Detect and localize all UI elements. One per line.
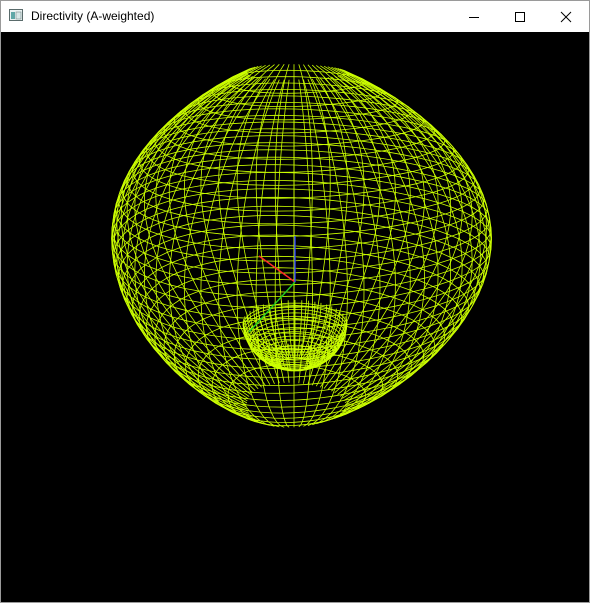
mesh-meridian-line	[120, 74, 250, 414]
close-button[interactable]	[543, 1, 589, 32]
directivity-balloon-wireframe[interactable]	[1, 32, 589, 602]
window-title: Directivity (A-weighted)	[31, 9, 155, 23]
mesh-latitude-line	[118, 149, 485, 250]
title-bar[interactable]: Directivity (A-weighted)	[1, 1, 589, 32]
x-axis-line	[258, 255, 296, 283]
maximize-button[interactable]	[497, 1, 543, 32]
minimize-button[interactable]	[451, 1, 497, 32]
close-icon	[560, 11, 572, 22]
maximize-icon	[515, 11, 525, 22]
mesh-meridian-line	[344, 72, 491, 408]
app-window: Directivity (A-weighted)	[0, 0, 590, 603]
3d-viewport[interactable]	[1, 32, 589, 602]
minimize-icon	[469, 16, 479, 18]
mesh-latitude-line	[211, 347, 384, 424]
app-icon	[9, 9, 23, 21]
mesh-meridian-line	[155, 77, 259, 422]
